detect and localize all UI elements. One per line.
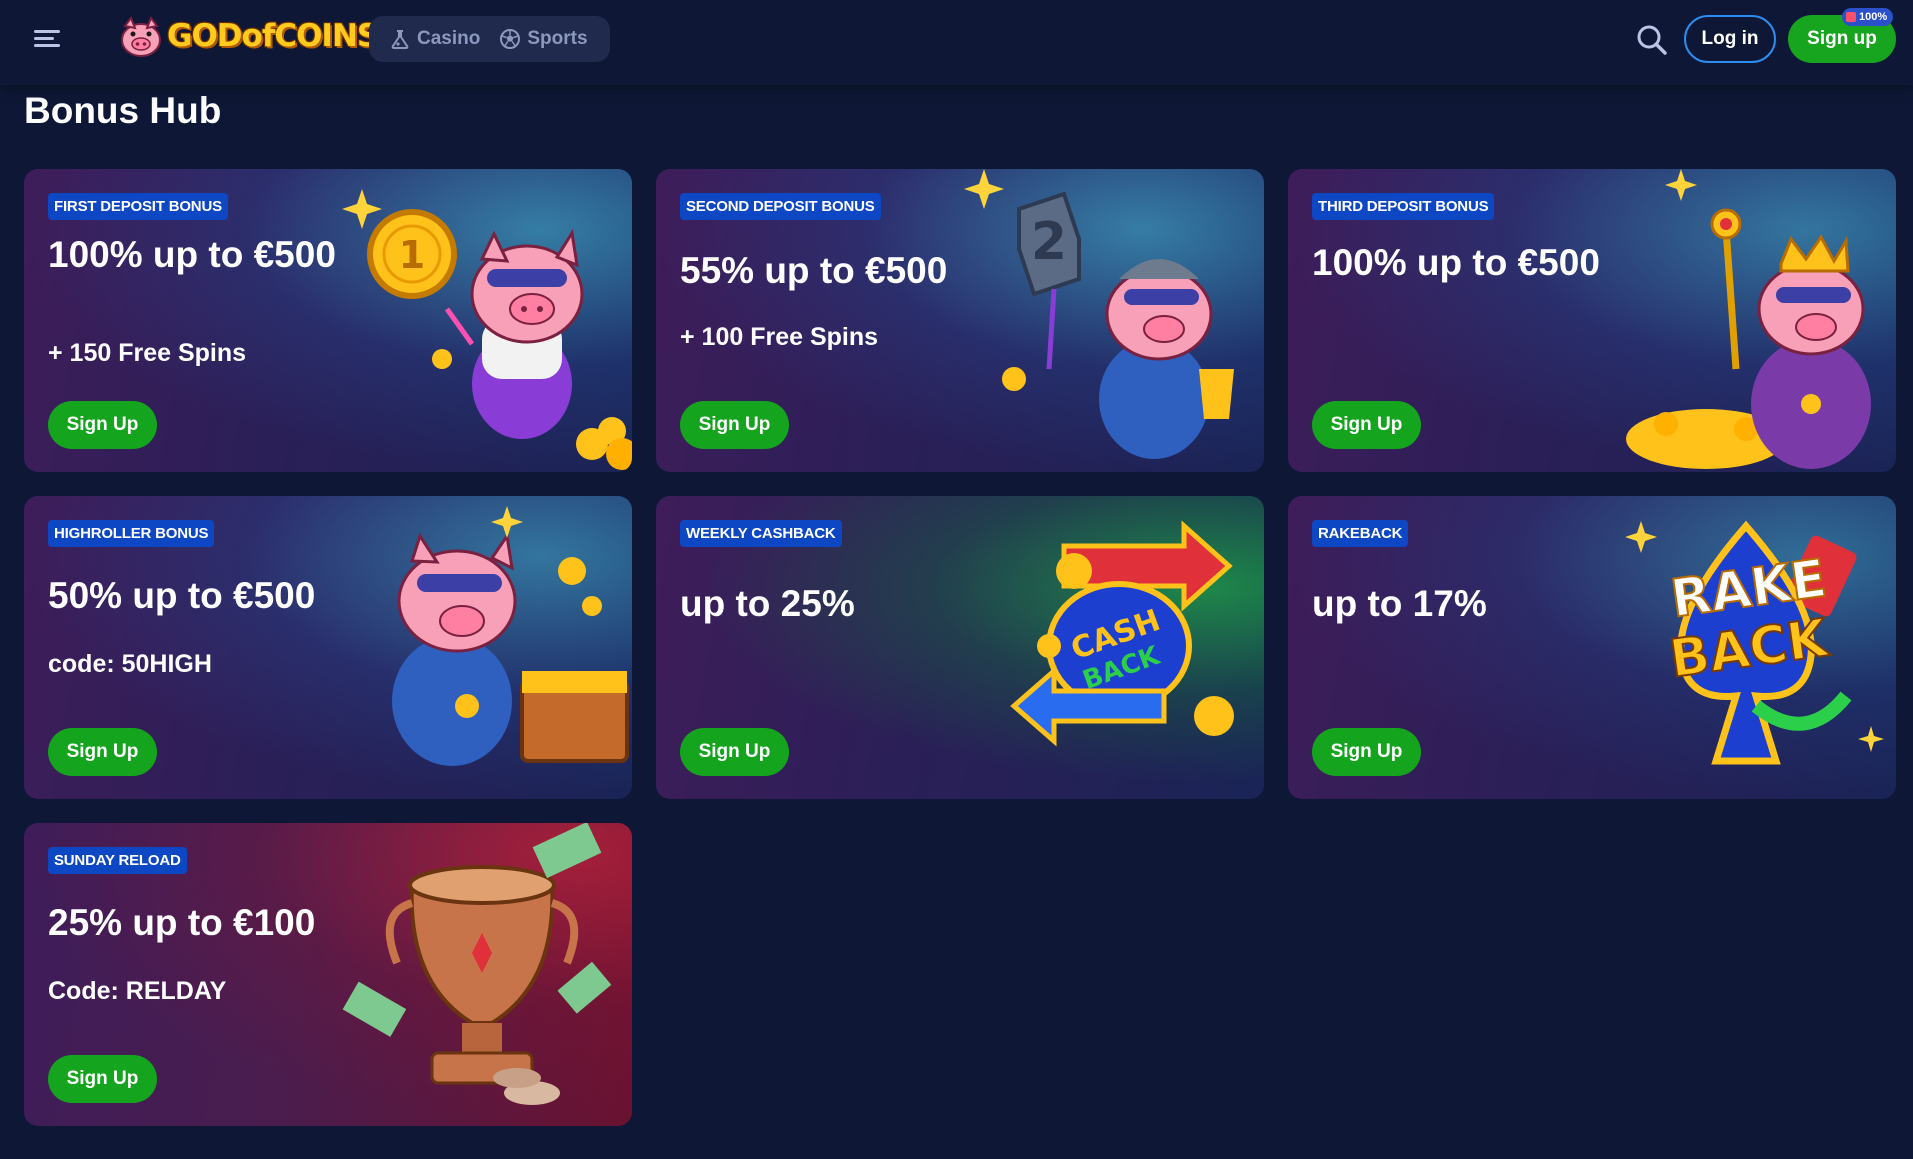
- bonus-subtext: + 150 Free Spins: [48, 339, 247, 367]
- bonus-badge: FIRST DEPOSIT BONUS: [48, 193, 228, 220]
- pig-king-with-scepter-illustration: [1626, 169, 1871, 469]
- pig-knight-with-number-2-illustration: 2: [964, 169, 1234, 459]
- flask-icon: [391, 30, 409, 49]
- tab-casino-label: Casino: [417, 28, 481, 49]
- rakeback-emblem-illustration: RAKE BACK: [1625, 520, 1884, 765]
- signup-bonus-badge: 100%: [1842, 8, 1894, 26]
- signup-badge-text: 100%: [1859, 11, 1888, 23]
- sign-up-button[interactable]: Sign Up: [48, 401, 157, 449]
- svg-text:2: 2: [1031, 212, 1067, 272]
- login-button[interactable]: Log in: [1684, 15, 1776, 63]
- tab-sports-label: Sports: [527, 28, 588, 49]
- bonus-headline: up to 17%: [1312, 583, 1487, 624]
- bonus-headline: 100% up to €500: [48, 234, 336, 275]
- bonus-badge: RAKEBACK: [1312, 520, 1409, 547]
- pig-logo-icon: [121, 15, 161, 57]
- bonus-card-highroller[interactable]: HIGHROLLER BONUS 50% up to €500 code: 50…: [24, 496, 632, 799]
- gift-icon: [1846, 12, 1856, 22]
- bonus-subtext: code: 50HIGH: [48, 650, 212, 678]
- bonus-badge: WEEKLY CASHBACK: [680, 520, 842, 547]
- bonus-headline: 100% up to €500: [1312, 242, 1600, 283]
- bonus-badge: HIGHROLLER BONUS: [48, 520, 215, 547]
- search-icon[interactable]: [1634, 22, 1670, 58]
- bonus-badge: SUNDAY RELOAD: [48, 847, 187, 874]
- soccer-ball-icon: [500, 29, 521, 49]
- cashback-emblem-illustration: CASH BACK: [1010, 520, 1234, 747]
- bonus-card-weekly-cashback[interactable]: CASH BACK WEEKLY CASHBACK up to 25% Sign…: [656, 496, 1264, 799]
- sign-up-button[interactable]: Sign Up: [680, 401, 789, 449]
- site-logo[interactable]: GODofCOINS: [118, 14, 379, 58]
- sign-up-button[interactable]: Sign Up: [1312, 728, 1421, 776]
- logo-wordmark: GODofCOINS: [167, 18, 379, 54]
- bonus-card-first-deposit[interactable]: 1 FIRST DEPOSIT BONUS 100% up to €500 + …: [24, 169, 632, 472]
- hamburger-menu-icon[interactable]: [28, 26, 68, 52]
- sign-up-button[interactable]: Sign Up: [48, 728, 157, 776]
- sign-up-button[interactable]: Sign Up: [1312, 401, 1421, 449]
- tab-casino[interactable]: Casino: [383, 16, 493, 62]
- bonus-subtext: + 100 Free Spins: [680, 323, 879, 351]
- bonus-card-second-deposit[interactable]: 2 SECOND DEPOSIT BONUS 55% up to €500 + …: [656, 169, 1264, 472]
- page-title: Bonus Hub: [24, 90, 222, 131]
- bonus-card-rakeback[interactable]: RAKE BACK RAKEBACK up to 17% Sign Up: [1288, 496, 1896, 799]
- pig-with-gold-coin-illustration: 1: [342, 189, 632, 470]
- bonus-headline: up to 25%: [680, 583, 855, 624]
- tab-sports[interactable]: Sports: [493, 16, 600, 62]
- bonus-badge: THIRD DEPOSIT BONUS: [1312, 193, 1495, 220]
- bonus-headline: 50% up to €500: [48, 575, 316, 616]
- bonus-card-third-deposit[interactable]: THIRD DEPOSIT BONUS 100% up to €500 Sign…: [1288, 169, 1896, 472]
- bonus-headline: 55% up to €500: [680, 250, 948, 291]
- sign-up-button[interactable]: Sign Up: [680, 728, 789, 776]
- bonus-badge: SECOND DEPOSIT BONUS: [680, 193, 881, 220]
- bonus-card-sunday-reload[interactable]: SUNDAY RELOAD 25% up to €100 Code: RELDA…: [24, 823, 632, 1126]
- casino-sports-switch: Casino Sports: [369, 16, 610, 62]
- trophy-with-coins-illustration: [342, 823, 612, 1105]
- pig-with-treasure-chest-illustration: [392, 506, 629, 766]
- svg-text:1: 1: [399, 233, 425, 277]
- sign-up-button[interactable]: Sign Up: [48, 1055, 157, 1103]
- bonus-headline: 25% up to €100: [48, 902, 316, 943]
- bonus-subtext: Code: RELDAY: [48, 977, 227, 1005]
- top-navigation-bar: GODofCOINS Casino Sports Log in Sign up: [0, 0, 1913, 85]
